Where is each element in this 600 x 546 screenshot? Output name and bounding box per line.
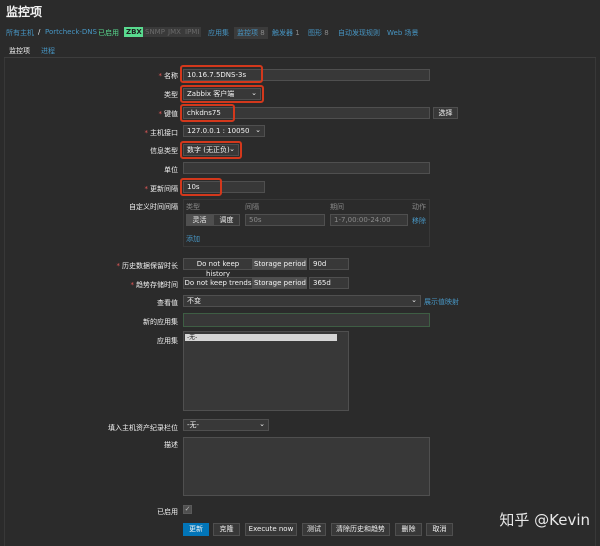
show-value-value: 不变 bbox=[187, 297, 201, 305]
applications-label: 应用集 bbox=[157, 337, 178, 345]
update-interval-label: * 更新间隔 bbox=[0, 184, 179, 194]
add-interval-link[interactable]: 添加 bbox=[186, 234, 200, 244]
history-input[interactable]: 90d bbox=[309, 258, 349, 270]
trends-label: * 趋势存储时间 bbox=[0, 280, 179, 290]
key-select-button[interactable]: 选择 bbox=[433, 107, 458, 119]
breadcrumb-all-hosts[interactable]: 所有主机 bbox=[6, 28, 34, 38]
applications-listbox[interactable] bbox=[183, 331, 349, 411]
inventory-select[interactable]: -无- ⌄ bbox=[183, 419, 269, 431]
units-input[interactable] bbox=[183, 162, 430, 174]
type-label: 类型 bbox=[164, 91, 178, 99]
show-value-select[interactable]: 不变 ⌄ bbox=[183, 295, 421, 307]
enabled-checkbox[interactable]: ✓ bbox=[183, 505, 192, 514]
type-highlight bbox=[180, 85, 264, 103]
name-highlight bbox=[180, 65, 263, 83]
update-interval-label-text: 更新间隔 bbox=[150, 185, 178, 193]
form-tabs: 监控项 进程 bbox=[4, 44, 596, 60]
chevron-down-icon: ⌄ bbox=[411, 296, 417, 304]
zbx-availability-badge: ZBX bbox=[124, 27, 144, 37]
chevron-down-icon: ⌄ bbox=[255, 126, 261, 134]
nav-items-count: 8 bbox=[260, 29, 265, 37]
host-interface-label-text: 主机接口 bbox=[150, 129, 178, 137]
inventory-label: 填入主机资产纪录栏位 bbox=[108, 424, 178, 432]
breadcrumb-separator: / bbox=[38, 28, 41, 36]
ipmi-availability-badge: IPMI bbox=[183, 27, 202, 37]
description-textarea[interactable] bbox=[183, 437, 430, 496]
clear-history-button[interactable]: 清除历史和趋势 bbox=[331, 523, 390, 536]
info-type-label: 信息类型 bbox=[150, 147, 178, 155]
units-label: 单位 bbox=[164, 166, 178, 174]
nav-items[interactable]: 监控项 8 bbox=[234, 27, 268, 39]
trends-label-text: 趋势存储时间 bbox=[136, 281, 178, 289]
col-type-header: 类型 bbox=[186, 203, 200, 211]
flexible-toggle[interactable]: 灵活 bbox=[186, 214, 213, 226]
host-interface-value: 127.0.0.1 : 10050 bbox=[187, 127, 250, 135]
chevron-down-icon: ⌄ bbox=[259, 420, 265, 428]
col-action-header: 动作 bbox=[412, 203, 426, 211]
required-marker: * bbox=[130, 281, 135, 289]
test-button[interactable]: 测试 bbox=[302, 523, 326, 536]
nav-graphs[interactable]: 图形 8 bbox=[308, 28, 329, 38]
nav-triggers[interactable]: 触发器 1 bbox=[272, 28, 300, 38]
key-label-text: 键值 bbox=[164, 110, 178, 118]
show-value-mappings-link[interactable]: 展示值映射 bbox=[424, 297, 459, 307]
snmp-availability-badge: SNMP bbox=[143, 27, 167, 37]
key-highlight bbox=[180, 104, 235, 122]
host-status[interactable]: 已启用 bbox=[98, 28, 119, 38]
applications-option[interactable]: -无- bbox=[185, 334, 337, 341]
name-label: * 名称 bbox=[0, 71, 179, 81]
description-label: 描述 bbox=[164, 441, 178, 449]
host-nav-bar: 所有主机 / Portcheck-DNS 已启用 ZBX SNMP JMX IP… bbox=[0, 26, 600, 41]
inventory-value: -无- bbox=[187, 421, 200, 429]
name-label-text: 名称 bbox=[164, 72, 178, 80]
info-type-highlight bbox=[180, 141, 242, 159]
key-label: * 键值 bbox=[0, 109, 179, 119]
nav-applications[interactable]: 应用集 bbox=[208, 28, 229, 38]
new-app-label: 新的应用集 bbox=[143, 318, 178, 326]
execute-now-button[interactable]: Execute now bbox=[245, 523, 297, 536]
update-interval-highlight bbox=[180, 178, 222, 196]
jmx-availability-badge: JMX bbox=[166, 27, 183, 37]
required-marker: * bbox=[144, 129, 149, 137]
custom-intervals-label: 自定义时间间隔 bbox=[129, 203, 178, 211]
trends-storage-toggle[interactable]: Storage period bbox=[253, 277, 307, 289]
tab-process[interactable]: 进程 bbox=[41, 46, 55, 56]
history-label-text: 历史数据保留时长 bbox=[122, 262, 178, 270]
nav-items-label: 监控项 bbox=[237, 29, 258, 37]
page-title: 监控项 bbox=[6, 5, 43, 19]
required-marker: * bbox=[158, 110, 163, 118]
enabled-label: 已启用 bbox=[157, 508, 178, 516]
required-marker: * bbox=[116, 262, 121, 270]
required-marker: * bbox=[144, 185, 149, 193]
watermark-text: 知乎 @Kevin bbox=[499, 511, 590, 529]
cancel-button[interactable]: 取消 bbox=[426, 523, 453, 536]
nav-triggers-count: 1 bbox=[295, 29, 300, 37]
interval-input[interactable]: 50s bbox=[245, 214, 325, 226]
nav-graphs-count: 8 bbox=[324, 29, 329, 37]
history-no-keep-toggle[interactable]: Do not keep history bbox=[183, 258, 253, 278]
show-value-label: 查看值 bbox=[157, 299, 178, 307]
nav-triggers-label: 触发器 bbox=[272, 29, 293, 37]
scheduling-toggle[interactable]: 调度 bbox=[213, 214, 240, 226]
nav-graphs-label: 图形 bbox=[308, 29, 322, 37]
clone-button[interactable]: 克隆 bbox=[213, 523, 240, 536]
nav-discovery-rules[interactable]: 自动发现规则 bbox=[338, 28, 380, 38]
col-interval-header: 间隔 bbox=[245, 203, 259, 211]
trends-input[interactable]: 365d bbox=[309, 277, 349, 289]
new-app-input[interactable] bbox=[183, 313, 430, 327]
required-marker: * bbox=[158, 72, 163, 80]
breadcrumb-host[interactable]: Portcheck-DNS bbox=[45, 28, 97, 36]
remove-interval-link[interactable]: 移除 bbox=[412, 216, 426, 226]
period-input[interactable]: 1-7,00:00-24:00 bbox=[330, 214, 408, 226]
delete-button[interactable]: 删除 bbox=[395, 523, 422, 536]
history-storage-toggle[interactable]: Storage period bbox=[253, 258, 307, 270]
trends-no-keep-toggle[interactable]: Do not keep trends bbox=[183, 277, 253, 289]
update-button[interactable]: 更新 bbox=[183, 523, 209, 536]
nav-web-scenarios[interactable]: Web 场景 bbox=[387, 28, 419, 38]
col-period-header: 期间 bbox=[330, 203, 344, 211]
history-label: * 历史数据保留时长 bbox=[0, 261, 179, 271]
host-interface-select[interactable]: 127.0.0.1 : 10050 ⌄ bbox=[183, 125, 265, 137]
host-interface-label: * 主机接口 bbox=[0, 128, 179, 138]
